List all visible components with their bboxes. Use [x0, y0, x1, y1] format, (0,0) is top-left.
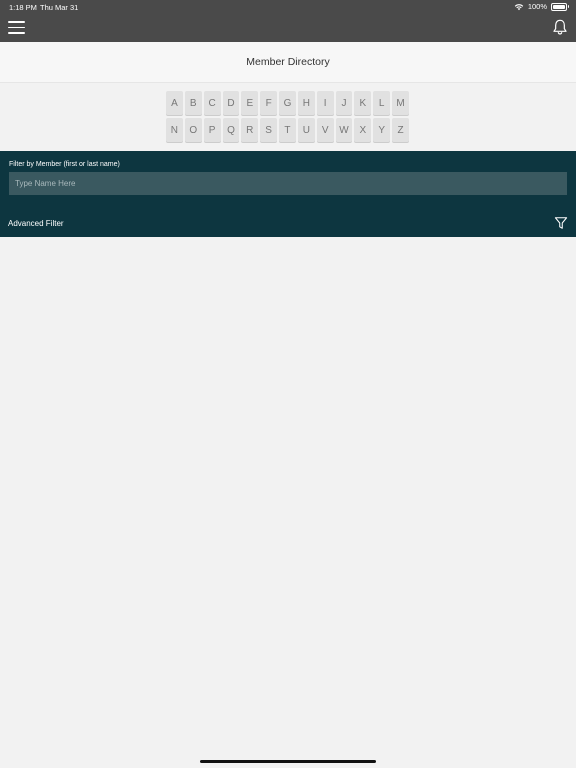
status-indicators: 100% — [514, 2, 569, 11]
letter-r-button[interactable]: R — [241, 118, 259, 142]
page-title: Member Directory — [246, 56, 330, 68]
battery-icon — [551, 2, 569, 11]
letter-q-button[interactable]: Q — [222, 118, 240, 142]
letter-c-button[interactable]: C — [203, 91, 221, 115]
letter-e-button[interactable]: E — [241, 91, 259, 115]
status-bar: 1:18 PM Thu Mar 31 100% — [0, 0, 576, 14]
home-indicator — [200, 760, 376, 763]
letter-y-button[interactable]: Y — [373, 118, 391, 142]
letter-o-button[interactable]: O — [184, 118, 202, 142]
advanced-filter-button[interactable]: Advanced Filter — [0, 213, 576, 235]
letter-k-button[interactable]: K — [354, 91, 372, 115]
letter-a-button[interactable]: A — [166, 91, 183, 115]
letter-g-button[interactable]: G — [279, 91, 296, 115]
letter-f-button[interactable]: F — [260, 91, 278, 115]
letter-z-button[interactable]: Z — [392, 118, 409, 142]
letter-v-button[interactable]: V — [316, 118, 334, 142]
alphabet-row-2: N O P Q R S T U V W X Y Z — [166, 118, 411, 142]
status-date: Thu Mar 31 — [40, 3, 79, 12]
alphabet-row-1: A B C D E F G H I J K L M — [166, 91, 411, 115]
top-bar: 1:18 PM Thu Mar 31 100% — [0, 0, 576, 42]
status-time: 1:18 PM — [9, 3, 37, 12]
letter-x-button[interactable]: X — [354, 118, 372, 142]
letter-l-button[interactable]: L — [373, 91, 391, 115]
letter-u-button[interactable]: U — [297, 118, 315, 142]
filter-panel: Filter by Member (first or last name) Ad… — [0, 151, 576, 237]
title-bar: Member Directory — [0, 42, 576, 83]
wifi-icon — [514, 3, 524, 10]
letter-d-button[interactable]: D — [222, 91, 240, 115]
letter-i-button[interactable]: I — [316, 91, 334, 115]
letter-m-button[interactable]: M — [392, 91, 409, 115]
hamburger-menu-icon[interactable] — [8, 19, 26, 35]
letter-j-button[interactable]: J — [335, 91, 353, 115]
alphabet-index: A B C D E F G H I J K L M N O P Q R S T … — [0, 83, 576, 151]
filter-label: Filter by Member (first or last name) — [9, 161, 120, 168]
letter-h-button[interactable]: H — [297, 91, 315, 115]
letter-n-button[interactable]: N — [166, 118, 183, 142]
letter-s-button[interactable]: S — [260, 118, 278, 142]
letter-w-button[interactable]: W — [335, 118, 353, 142]
name-filter-input[interactable] — [9, 172, 567, 195]
advanced-filter-label: Advanced Filter — [8, 219, 64, 228]
bell-icon[interactable] — [552, 18, 568, 36]
letter-p-button[interactable]: P — [203, 118, 221, 142]
funnel-icon[interactable] — [554, 216, 568, 230]
battery-percent: 100% — [527, 2, 547, 11]
letter-b-button[interactable]: B — [184, 91, 202, 115]
letter-t-button[interactable]: T — [279, 118, 296, 142]
